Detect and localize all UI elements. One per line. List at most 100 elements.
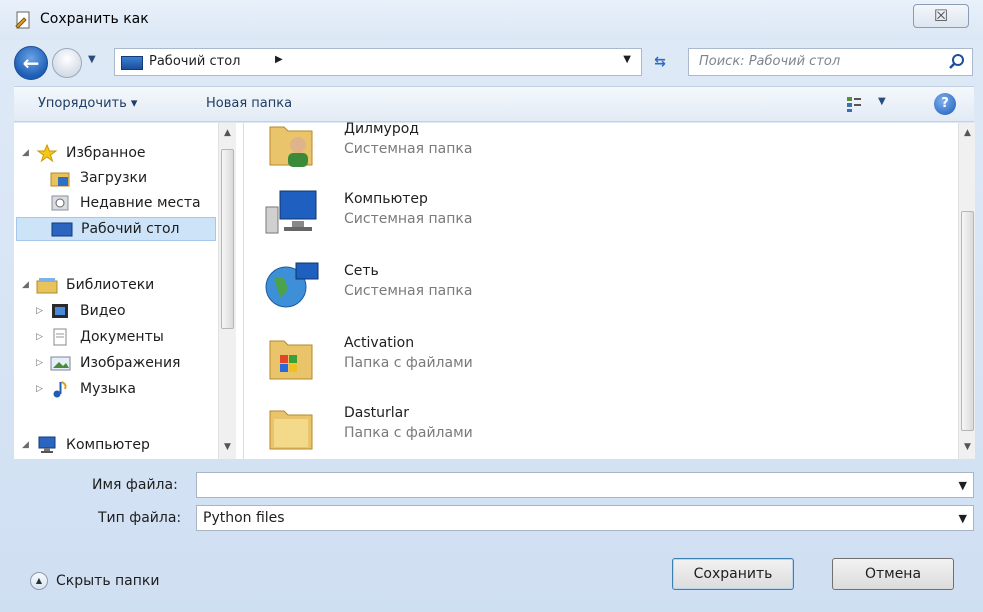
scroll-thumb[interactable] bbox=[221, 149, 234, 329]
sidebar-item-label: Рабочий стол bbox=[81, 221, 180, 237]
filetype-dropdown-icon[interactable]: ▼ bbox=[959, 512, 967, 525]
filename-dropdown-icon[interactable]: ▼ bbox=[959, 479, 967, 492]
organize-menu[interactable]: Упорядочить ▾ bbox=[38, 96, 137, 111]
star-icon bbox=[36, 144, 58, 162]
downloads-folder-icon bbox=[50, 172, 70, 187]
save-as-dialog: Сохранить как ☒ ← ▼ Рабочий стол ▶ ▼ ⇆ П… bbox=[0, 0, 983, 612]
filetype-value: Python files bbox=[203, 510, 285, 526]
view-dropdown-icon[interactable]: ▼ bbox=[878, 96, 886, 107]
sidebar-item-computer[interactable]: ◢ Компьютер bbox=[22, 433, 222, 457]
list-item[interactable]: Дилмурод Системная папка bbox=[264, 115, 864, 175]
address-dropdown-icon[interactable]: ▼ bbox=[623, 54, 631, 65]
computer-icon bbox=[38, 436, 56, 453]
save-button[interactable]: Сохранить bbox=[672, 558, 794, 590]
documents-icon bbox=[53, 328, 67, 346]
file-name: Сеть bbox=[344, 263, 379, 279]
filetype-label: Тип файла: bbox=[98, 510, 182, 526]
file-name: Dasturlar bbox=[344, 405, 409, 421]
sidebar-item-music[interactable]: ▷ Музыка bbox=[36, 377, 226, 401]
save-document-icon bbox=[15, 11, 30, 29]
expand-icon[interactable]: ▷ bbox=[36, 332, 50, 342]
search-icon[interactable] bbox=[948, 53, 966, 71]
sidebar-item-label: Видео bbox=[80, 303, 126, 319]
user-folder-icon bbox=[269, 126, 313, 167]
navigation-pane-scrollbar[interactable]: ▲ ▼ bbox=[218, 123, 236, 459]
sidebar-item-label: Компьютер bbox=[66, 437, 150, 453]
folder-icon bbox=[269, 340, 313, 380]
list-item[interactable]: Сеть Системная папка bbox=[264, 257, 864, 317]
folder-icon bbox=[269, 410, 313, 450]
expand-icon[interactable]: ▷ bbox=[36, 306, 50, 316]
scroll-down-icon[interactable]: ▼ bbox=[219, 439, 236, 456]
view-options-icon[interactable] bbox=[846, 95, 862, 113]
cancel-button[interactable]: Отмена bbox=[832, 558, 954, 590]
navigation-bar: ← ▼ Рабочий стол ▶ ▼ ⇆ Поиск: Рабочий ст… bbox=[0, 42, 983, 84]
sidebar-item-label: Документы bbox=[80, 329, 164, 345]
filename-field[interactable]: ▼ bbox=[196, 472, 974, 498]
network-icon bbox=[265, 262, 319, 308]
sidebar-item-pictures[interactable]: ▷ Изображения bbox=[36, 351, 231, 375]
file-type: Папка с файлами bbox=[344, 355, 473, 371]
sidebar-item-video[interactable]: ▷ Видео bbox=[36, 299, 226, 323]
video-icon bbox=[52, 304, 68, 318]
expand-icon[interactable]: ◢ bbox=[22, 148, 36, 158]
refresh-button[interactable]: ⇆ bbox=[646, 50, 674, 74]
forward-button[interactable] bbox=[52, 48, 82, 78]
recent-places-icon bbox=[51, 195, 69, 211]
search-input[interactable]: Поиск: Рабочий стол bbox=[688, 48, 973, 76]
list-item[interactable]: Компьютер Системная папка bbox=[264, 185, 864, 245]
file-name: Компьютер bbox=[344, 191, 428, 207]
file-type: Системная папка bbox=[344, 211, 473, 227]
sidebar-item-libraries[interactable]: ◢ Библиотеки bbox=[22, 273, 222, 297]
expand-icon[interactable]: ▷ bbox=[36, 358, 50, 368]
file-type: Системная папка bbox=[344, 283, 473, 299]
hide-folders-toggle[interactable]: ▲ Скрыть папки bbox=[30, 572, 159, 590]
computer-icon bbox=[265, 190, 317, 234]
expand-icon[interactable]: ◢ bbox=[22, 440, 36, 450]
expand-icon[interactable]: ▷ bbox=[36, 384, 50, 394]
list-item[interactable]: Activation Папка с файлами bbox=[264, 329, 864, 389]
history-dropdown-icon[interactable]: ▼ bbox=[88, 54, 102, 68]
scroll-up-icon[interactable]: ▲ bbox=[959, 125, 976, 142]
sidebar-item-label: Загрузки bbox=[80, 170, 148, 186]
sidebar-item-downloads[interactable]: Загрузки bbox=[50, 166, 230, 190]
help-button[interactable]: ? bbox=[934, 93, 956, 115]
file-list: Дилмурод Системная папка Компьютер Систе… bbox=[244, 121, 958, 459]
close-button[interactable]: ☒ bbox=[913, 4, 969, 28]
new-folder-button[interactable]: Новая папка bbox=[206, 96, 292, 111]
pictures-icon bbox=[50, 356, 71, 371]
breadcrumb-arrow-icon[interactable]: ▶ bbox=[275, 54, 283, 65]
sidebar-item-label: Недавние места bbox=[80, 195, 201, 211]
sidebar-item-label: Изображения bbox=[80, 355, 181, 371]
sidebar-item-recent-places[interactable]: Недавние места bbox=[50, 191, 230, 215]
scroll-down-icon[interactable]: ▼ bbox=[959, 439, 976, 456]
navigation-pane: ◢ Избранное Загрузки Недавние места Рабо… bbox=[14, 123, 244, 459]
address-bar[interactable]: Рабочий стол ▶ ▼ bbox=[114, 48, 642, 76]
file-list-scrollbar[interactable]: ▲ ▼ bbox=[958, 123, 975, 459]
hide-folders-label: Скрыть папки bbox=[56, 573, 160, 589]
filetype-select[interactable]: Python files ▼ bbox=[196, 505, 974, 531]
collapse-icon[interactable]: ▲ bbox=[30, 572, 48, 590]
desktop-icon bbox=[51, 222, 73, 237]
file-type: Папка с файлами bbox=[344, 425, 473, 441]
sidebar-item-favorites[interactable]: ◢ Избранное bbox=[22, 141, 222, 165]
sidebar-item-label: Избранное bbox=[66, 145, 146, 161]
file-type: Системная папка bbox=[344, 141, 473, 157]
expand-icon[interactable]: ◢ bbox=[22, 280, 36, 290]
file-name: Дилмурод bbox=[344, 121, 419, 137]
address-text[interactable]: Рабочий стол bbox=[149, 54, 240, 69]
back-button[interactable]: ← bbox=[14, 46, 48, 80]
sidebar-item-desktop[interactable]: Рабочий стол bbox=[16, 217, 216, 241]
window-title: Сохранить как bbox=[40, 11, 149, 27]
scroll-thumb[interactable] bbox=[961, 211, 974, 431]
list-item[interactable]: Dasturlar Папка с файлами bbox=[264, 399, 864, 459]
music-icon bbox=[53, 381, 67, 398]
scroll-up-icon[interactable]: ▲ bbox=[219, 125, 236, 142]
sidebar-item-label: Музыка bbox=[80, 381, 136, 397]
sidebar-item-label: Библиотеки bbox=[66, 277, 155, 293]
filename-label: Имя файла: bbox=[92, 477, 178, 493]
title-bar: Сохранить как ☒ bbox=[0, 0, 983, 40]
search-placeholder: Поиск: Рабочий стол bbox=[699, 54, 841, 69]
sidebar-item-documents[interactable]: ▷ Документы bbox=[36, 325, 226, 349]
desktop-icon bbox=[121, 56, 143, 70]
